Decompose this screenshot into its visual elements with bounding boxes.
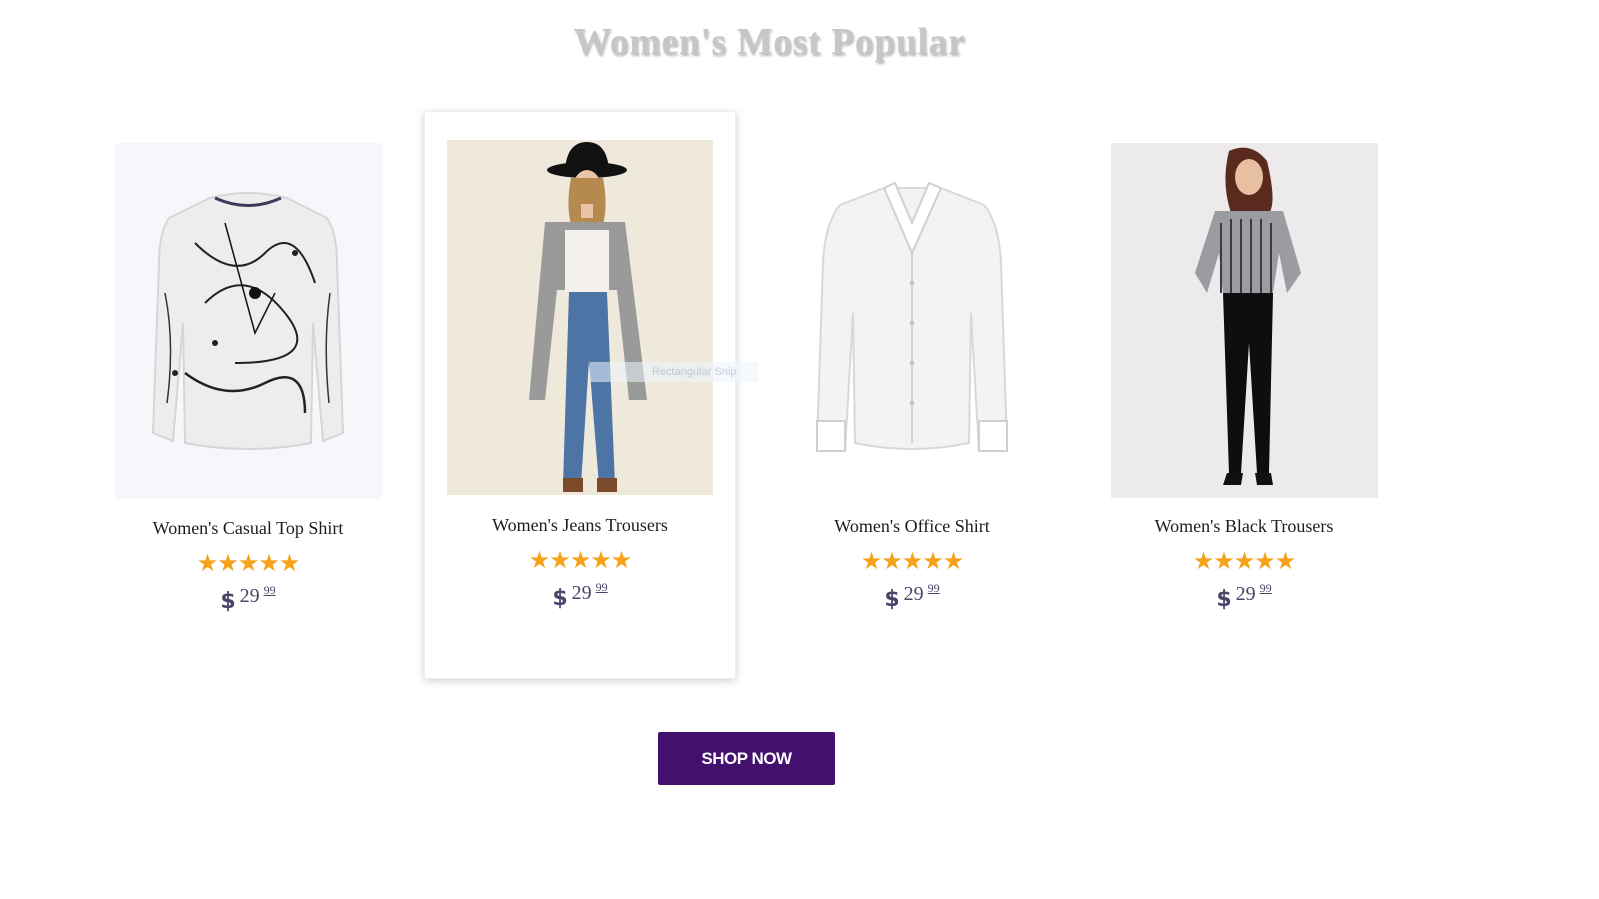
product-card-office-shirt[interactable]: Women's Office Shirt ★★★★★ $ 29 99 — [757, 143, 1067, 612]
currency-symbol: $ — [220, 589, 236, 614]
price-cents: 99 — [927, 581, 940, 595]
product-image-white-shirt[interactable] — [778, 143, 1046, 498]
product-price: $ 29 99 — [220, 583, 275, 614]
currency-symbol: $ — [884, 587, 900, 612]
product-card-jeans-trousers[interactable]: Women's Jeans Trousers ★★★★★ $ 29 99 — [424, 111, 736, 679]
product-name[interactable]: Women's Casual Top Shirt — [93, 518, 403, 539]
star-rating: ★★★★★ — [528, 546, 633, 574]
price-cents: 99 — [263, 583, 276, 597]
star-rating: ★★★★★ — [1192, 547, 1297, 575]
snip-tooltip: Rectangular Snip — [590, 362, 758, 382]
star-rating: ★★★★★ — [196, 549, 301, 577]
product-name[interactable]: Women's Office Shirt — [757, 516, 1067, 537]
product-price: $ 29 99 — [552, 580, 607, 611]
shop-now-button[interactable]: SHOP NOW — [658, 732, 835, 785]
star-rating: ★★★★★ — [860, 547, 965, 575]
price-whole: 29 — [903, 583, 924, 605]
price-whole: 29 — [239, 585, 260, 607]
currency-symbol: $ — [552, 586, 568, 611]
price-whole: 29 — [571, 582, 592, 604]
product-card-black-trousers[interactable]: Women's Black Trousers ★★★★★ $ 29 99 — [1089, 143, 1399, 612]
section-title: Women's Most Popular — [573, 21, 966, 63]
product-price: $ 29 99 — [884, 581, 939, 612]
product-price: $ 29 99 — [1216, 581, 1271, 612]
product-image-model-trousers[interactable] — [1110, 143, 1378, 498]
product-card-casual-top[interactable]: Women's Casual Top Shirt ★★★★★ $ 29 99 — [93, 143, 403, 614]
product-image-model-cardigan[interactable] — [447, 140, 713, 495]
product-image-sweater[interactable] — [114, 143, 382, 499]
currency-symbol: $ — [1216, 587, 1232, 612]
product-name[interactable]: Women's Jeans Trousers — [425, 515, 735, 536]
product-name[interactable]: Women's Black Trousers — [1089, 516, 1399, 537]
price-whole: 29 — [1235, 583, 1256, 605]
price-cents: 99 — [1259, 581, 1272, 595]
price-cents: 99 — [595, 580, 608, 594]
